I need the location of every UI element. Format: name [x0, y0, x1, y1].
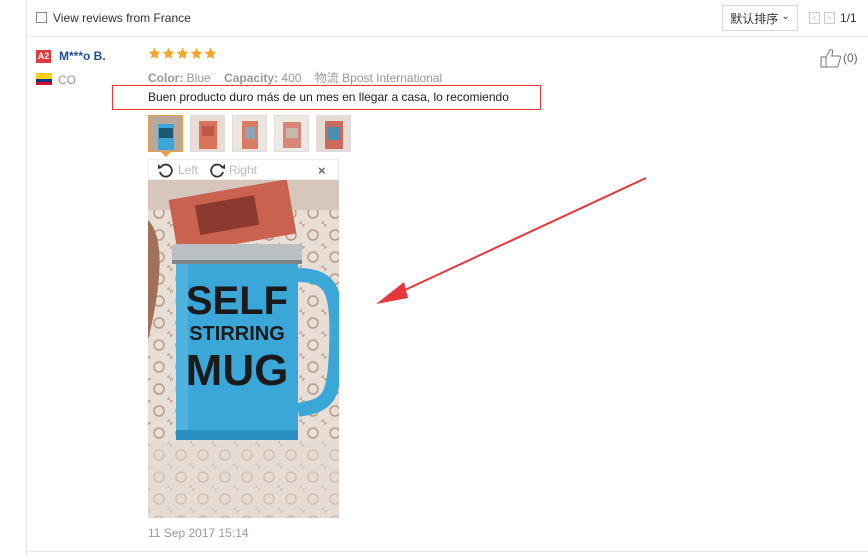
top-divider — [26, 36, 868, 37]
france-filter-label[interactable]: View reviews from France — [53, 11, 191, 25]
star-rating — [148, 47, 217, 60]
product-attributes: Color: Blue Capacity: 400 物流 Bpost Inter… — [148, 69, 442, 86]
sort-label: 默认排序 — [730, 11, 779, 26]
next-page-button[interactable]: › — [824, 12, 835, 24]
star-icon — [190, 47, 203, 59]
page-indicator: 1/1 — [840, 11, 857, 25]
thumbs-up-icon[interactable] — [820, 48, 842, 68]
bottom-divider — [26, 551, 868, 552]
review-photo: SELF STIRRING MUG — [148, 180, 339, 518]
rotate-left-icon[interactable] — [157, 161, 175, 179]
helpful-count: (0) — [843, 51, 858, 65]
review-thumbnail-4[interactable] — [274, 115, 309, 152]
rotate-right-icon[interactable] — [208, 161, 226, 179]
attr-capacity-key: Capacity: — [224, 71, 279, 85]
mug-text-self: SELF — [186, 279, 288, 323]
chevron-down-icon: ⌄ — [781, 10, 790, 22]
star-icon — [176, 47, 189, 59]
country-flag-icon — [36, 73, 52, 85]
star-icon — [148, 47, 161, 59]
attr-color-key: Color: — [148, 71, 184, 85]
rotate-left-label[interactable]: Left — [178, 163, 198, 177]
review-date: 11 Sep 2017 15:14 — [148, 526, 249, 540]
attr-shipping-key: 物流 — [314, 71, 339, 85]
active-thumbnail-pointer — [161, 152, 171, 157]
review-thumbnail-1[interactable] — [148, 115, 183, 152]
review-thumbnail-5[interactable] — [316, 115, 351, 152]
rotate-right-label[interactable]: Right — [229, 163, 257, 177]
mug-text-stirring: STIRRING — [189, 323, 285, 345]
reviewer-name[interactable]: M***o B. — [59, 49, 106, 63]
star-icon — [204, 47, 217, 59]
reviewer-country: CO — [58, 73, 76, 87]
attr-color-value: Blue — [186, 71, 211, 85]
france-filter-checkbox[interactable] — [36, 12, 47, 23]
sort-dropdown[interactable]: 默认排序 ⌄ — [722, 5, 798, 31]
attr-capacity-value: 400 — [281, 71, 302, 85]
mug-text-mug: MUG — [186, 346, 289, 395]
review-text: Buen producto duro más de un mes en lleg… — [148, 90, 509, 104]
review-thumbnail-3[interactable] — [232, 115, 267, 152]
close-icon[interactable]: × — [318, 163, 326, 178]
review-text-box: Buen producto duro más de un mes en lleg… — [112, 85, 541, 110]
star-icon — [162, 47, 175, 59]
review-thumbnail-2[interactable] — [190, 115, 225, 152]
level-badge: A2 — [36, 50, 51, 63]
left-divider — [26, 0, 27, 557]
prev-page-button[interactable]: ‹ — [809, 12, 820, 24]
attr-shipping-value: Bpost International — [342, 71, 443, 85]
